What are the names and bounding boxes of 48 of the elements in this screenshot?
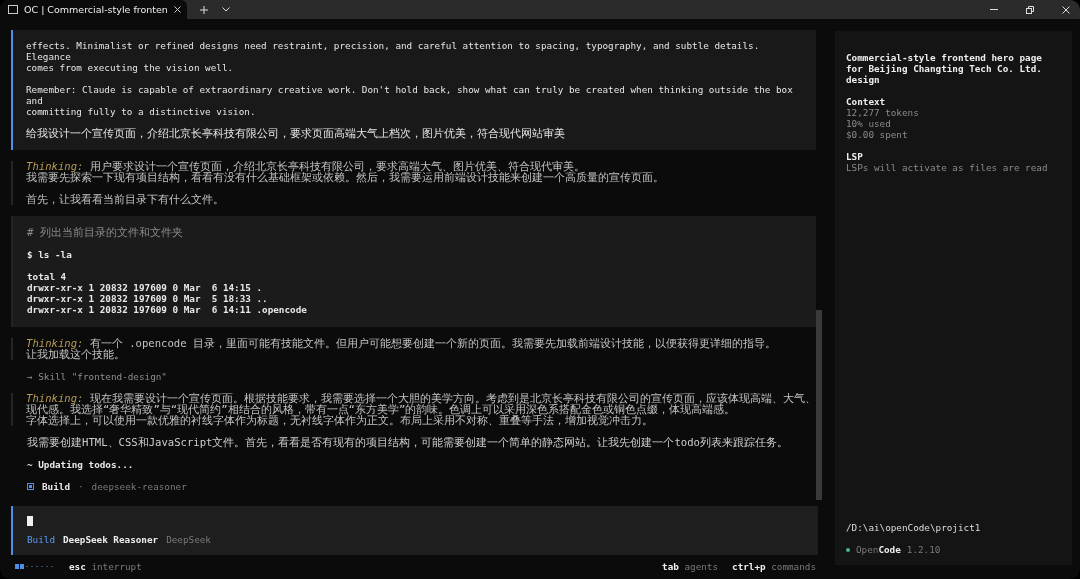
shortcut-hint: ctrl+p commands — [732, 561, 816, 572]
tab-title: OC | Commercial-style fronten — [24, 4, 168, 15]
shortcut-hint: esc interrupt — [69, 561, 142, 572]
message-text: effects. Minimalist or refined designs need restraint, precision, and careful attention to spacing, typography, and subtle details. Elegance comes from executing the vision well. — [26, 40, 761, 73]
restore-icon[interactable] — [1026, 5, 1034, 14]
prompt-input[interactable]: Build DeepSeek Reasoner DeepSeek — [11, 506, 818, 555]
project-path: /D:\ai\openCode\projict1 — [846, 522, 982, 533]
agent-name: Build — [42, 481, 70, 492]
close-icon[interactable] — [173, 6, 181, 13]
shortcut-hint: tab agents — [662, 561, 719, 572]
thinking-text: 我需要先探索一下现有项目结构，看看有没有什么基础框架或依赖。然后，我需要运用前端设计技能来创建一个高质量的宣传页面。 — [26, 172, 665, 183]
app-name: OpenCode — [856, 544, 901, 555]
provider-label: DeepSeek — [166, 534, 211, 545]
status-text: ~ Updating todos... — [26, 459, 135, 470]
plus-icon[interactable] — [199, 5, 208, 14]
section-heading: Context — [846, 96, 887, 107]
message-text: Remember: Claude is capable of extraordinary creative work. Don't hold back, show what can truly be created when thinking outside the box and committing fully to a distinctive vision. — [26, 84, 794, 117]
thinking-text: 字体选择上，可以使用一款优雅的衬线字体作为标题，无衬线字体作为正文。布局上采用不对称、重叠等手法，增加视觉冲击力。 — [26, 415, 654, 426]
thinking-text: 首先，让我看看当前目录下有什么文件。 — [26, 194, 225, 205]
version-text: 1.2.10 — [906, 544, 941, 555]
terminal-icon — [8, 5, 18, 14]
section-text: 12,277 tokens — [846, 107, 920, 118]
skill-call-text: → Skill "frontend-design" — [26, 371, 168, 382]
section-text: 10% used — [846, 118, 892, 129]
agent-square-icon — [27, 483, 34, 490]
chevron-down-icon[interactable] — [221, 7, 230, 12]
model-name: deepseek-reasoner — [91, 481, 187, 492]
thinking-text: Thinking: 有一个 .opencode 目录，里面可能有技能文件。但用户可能想要创建一个新的页面。我需要先加载前端设计技能，以便获得更详细的指导。 — [26, 338, 777, 349]
terminal-tab[interactable]: OC | Commercial-style fronten — [0, 0, 187, 19]
thinking-text: 让我加载这个技能。 — [26, 349, 126, 360]
message-text: 给我设计一个宣传页面，介绍北京长亭科技有限公司，要求页面高端大气上档次，图片优美，符合现代网站审美 — [26, 128, 566, 139]
separator-text: · — [78, 481, 84, 492]
status-dot-icon — [846, 547, 850, 552]
section-heading: LSP — [846, 151, 864, 162]
command-text: $ ls -la — [27, 249, 73, 260]
response-text: 我需要创建HTML、CSS和JavaScript文件。首先，看看是否有现有的项目结构，可能需要创建一个简单的静态网站。让我先创建一个todo列表来跟踪任务。 — [26, 437, 789, 448]
close-icon[interactable] — [1062, 5, 1070, 14]
text-cursor — [27, 516, 33, 526]
command-output: total 4 drwxr-xr-x 1 20832 197609 0 Mar 6 14:15 . drwxr-xr-x 1 20832 197609 0 Mar 5 18:33 .. drwxr-xr-x 1 20832 197609 0 Mar 6 14:11 .opencode — [27, 271, 308, 315]
section-text: LSPs will activate as files are read — [846, 162, 1049, 173]
section-text: $0.00 spent — [846, 129, 909, 140]
code-comment: # 列出当前目录的文件和文件夹 — [27, 227, 184, 238]
thinking-text: Thinking: 用户要求设计一个宣传页面，介绍北京长亭科技有限公司，要求高端大气、图片优美、符合现代审美。 — [26, 161, 586, 172]
model-label: DeepSeek Reasoner — [63, 534, 159, 545]
progress-spinner-icon — [15, 564, 55, 569]
session-title: Commercial-style frontend hero page for Beijing Changting Tech Co. Ltd. design — [846, 52, 1043, 85]
thinking-text: Thinking: 现在我需要设计一个宣传页面。根据技能要求，我需要选择一个大胆的美学方向。考虑到是北京长亭科技有限公司的宣传页面，应该体现高端、大气、现代感。我选择“奢华精致”与“现代简约”相结合的风格，带有一点“东方美学”的韵味。色调上可以采用深色系搭配金色或铜色点缀，体现高端感。 — [26, 393, 816, 415]
agent-label: Build — [27, 534, 55, 545]
